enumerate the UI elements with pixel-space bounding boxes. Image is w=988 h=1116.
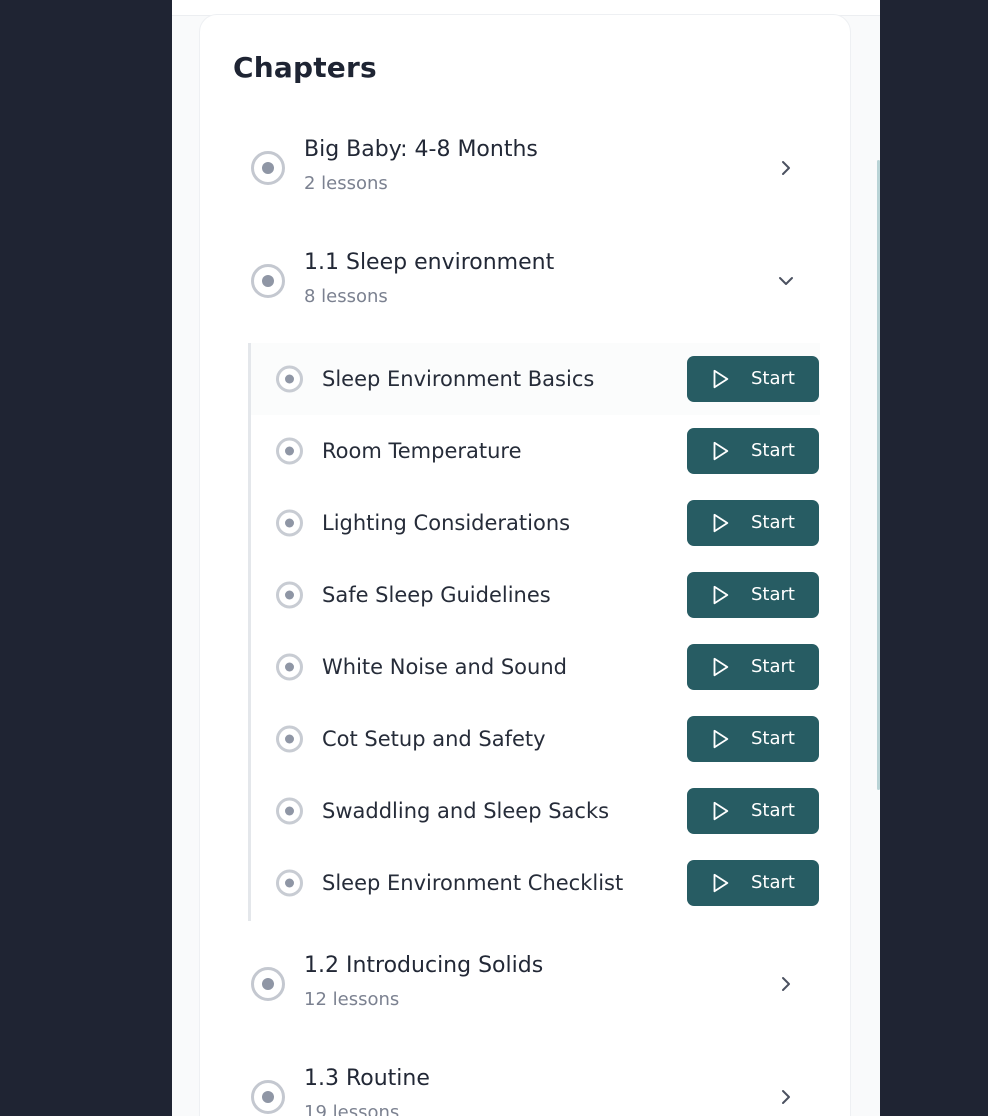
chapter-row[interactable]: 1.1 Sleep environment 8 lessons xyxy=(200,236,852,326)
lesson-status-icon xyxy=(276,869,303,897)
start-lesson-button[interactable]: Start xyxy=(687,644,819,690)
chapter-status-icon xyxy=(251,151,285,185)
lesson-title: Safe Sleep Guidelines xyxy=(322,583,551,607)
lesson-row[interactable]: Swaddling and Sleep Sacks Start xyxy=(251,775,820,847)
chapter-title: 1.2 Introducing Solids xyxy=(304,953,544,978)
play-icon xyxy=(713,513,729,533)
chevron-right-icon[interactable] xyxy=(774,1085,798,1109)
start-lesson-button[interactable]: Start xyxy=(687,428,819,474)
app-screen: Chapters Big Baby: 4-8 Months 2 lessons … xyxy=(172,0,880,1116)
lesson-status-icon xyxy=(276,725,303,753)
play-icon xyxy=(713,729,729,749)
start-lesson-button[interactable]: Start xyxy=(687,572,819,618)
start-button-label: Start xyxy=(751,368,795,389)
lesson-status-icon xyxy=(276,509,303,537)
play-icon xyxy=(713,369,729,389)
lesson-title: Room Temperature xyxy=(322,439,522,463)
start-button-label: Start xyxy=(751,800,795,821)
start-button-label: Start xyxy=(751,728,795,749)
chapter-lesson-count: 12 lessons xyxy=(304,989,400,1010)
start-button-label: Start xyxy=(751,512,795,533)
chapters-card: Chapters Big Baby: 4-8 Months 2 lessons … xyxy=(199,14,851,1116)
lesson-status-icon xyxy=(276,653,303,681)
chapter-title: Big Baby: 4-8 Months xyxy=(304,137,538,162)
chapter-row[interactable]: Big Baby: 4-8 Months 2 lessons xyxy=(200,123,852,213)
start-button-label: Start xyxy=(751,584,795,605)
lesson-title: White Noise and Sound xyxy=(322,655,567,679)
lesson-row[interactable]: Room Temperature Start xyxy=(251,415,820,487)
lesson-row[interactable]: Lighting Considerations Start xyxy=(251,487,820,559)
lesson-row[interactable]: Cot Setup and Safety Start xyxy=(251,703,820,775)
play-icon xyxy=(713,657,729,677)
start-lesson-button[interactable]: Start xyxy=(687,356,819,402)
play-icon xyxy=(713,873,729,893)
chevron-right-icon[interactable] xyxy=(774,156,798,180)
chapter-status-icon xyxy=(251,967,285,1001)
lesson-status-icon xyxy=(276,365,303,393)
start-button-label: Start xyxy=(751,872,795,893)
chevron-down-icon[interactable] xyxy=(774,269,798,293)
lesson-title: Cot Setup and Safety xyxy=(322,727,546,751)
lesson-title: Sleep Environment Basics xyxy=(322,367,595,391)
start-lesson-button[interactable]: Start xyxy=(687,788,819,834)
start-lesson-button[interactable]: Start xyxy=(687,500,819,546)
lesson-status-icon xyxy=(276,437,303,465)
lesson-status-icon xyxy=(276,581,303,609)
play-icon xyxy=(713,801,729,821)
chapter-title: 1.1 Sleep environment xyxy=(304,250,555,275)
lesson-row[interactable]: Sleep Environment Checklist Start xyxy=(251,847,820,919)
chapter-title: 1.3 Routine xyxy=(304,1066,430,1091)
chevron-right-icon[interactable] xyxy=(774,972,798,996)
lesson-row[interactable]: Sleep Environment Basics Start xyxy=(251,343,820,415)
lesson-title: Sleep Environment Checklist xyxy=(322,871,624,895)
play-icon xyxy=(713,585,729,605)
chapter-lesson-count: 2 lessons xyxy=(304,173,388,194)
chapter-status-icon xyxy=(251,264,285,298)
chapter-status-icon xyxy=(251,1080,285,1114)
chapter-lesson-count: 19 lessons xyxy=(304,1102,400,1116)
chapters-heading: Chapters xyxy=(233,51,377,84)
lesson-list: Sleep Environment Basics Start Room Temp… xyxy=(248,343,820,921)
lesson-title: Lighting Considerations xyxy=(322,511,571,535)
start-lesson-button[interactable]: Start xyxy=(687,716,819,762)
lesson-row[interactable]: Safe Sleep Guidelines Start xyxy=(251,559,820,631)
chapter-lesson-count: 8 lessons xyxy=(304,286,388,307)
start-button-label: Start xyxy=(751,656,795,677)
start-lesson-button[interactable]: Start xyxy=(687,860,819,906)
chapter-row[interactable]: 1.2 Introducing Solids 12 lessons xyxy=(200,939,852,1029)
lesson-title: Swaddling and Sleep Sacks xyxy=(322,799,610,823)
play-icon xyxy=(713,441,729,461)
chapter-row[interactable]: 1.3 Routine 19 lessons xyxy=(200,1052,852,1116)
start-button-label: Start xyxy=(751,440,795,461)
lesson-row[interactable]: White Noise and Sound Start xyxy=(251,631,820,703)
lesson-status-icon xyxy=(276,797,303,825)
scrollbar[interactable] xyxy=(877,160,880,790)
